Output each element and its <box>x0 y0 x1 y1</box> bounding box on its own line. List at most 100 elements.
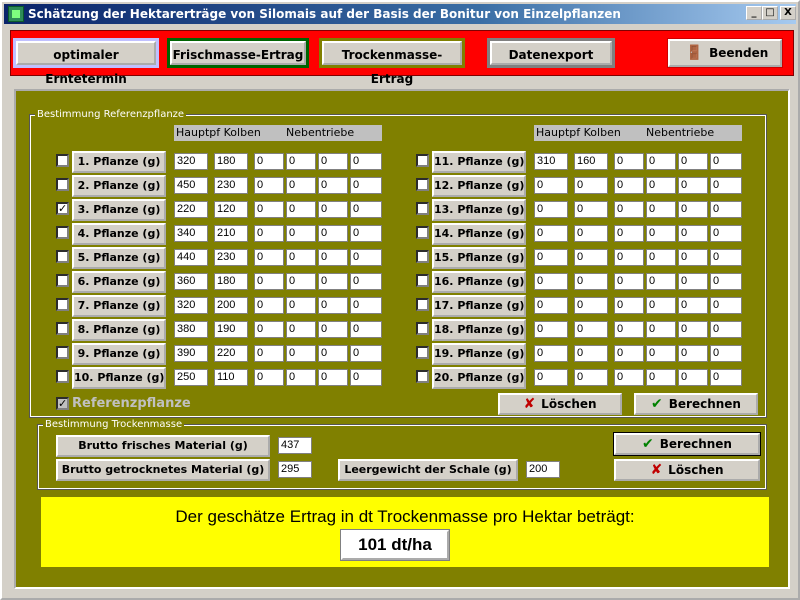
plant-19-value-6[interactable]: 0 <box>710 345 742 362</box>
plant-button-4[interactable]: 4. Pflanze (g) <box>72 223 166 245</box>
plant-2-value-4[interactable]: 0 <box>286 177 316 194</box>
plant-3-value-1[interactable]: 220 <box>174 201 208 218</box>
plant-8-value-6[interactable]: 0 <box>350 321 382 338</box>
plant-button-6[interactable]: 6. Pflanze (g) <box>72 271 166 293</box>
plant-1-value-6[interactable]: 0 <box>350 153 382 170</box>
plant-6-value-1[interactable]: 360 <box>174 273 208 290</box>
gross-dry-input[interactable]: 295 <box>278 461 312 478</box>
plant-10-value-5[interactable]: 0 <box>318 369 348 386</box>
plant-checkbox-17[interactable] <box>416 298 429 311</box>
plant-1-value-4[interactable]: 0 <box>286 153 316 170</box>
exit-button[interactable]: 🚪 Beenden <box>667 38 783 68</box>
plant-5-value-1[interactable]: 440 <box>174 249 208 266</box>
plant-button-8[interactable]: 8. Pflanze (g) <box>72 319 166 341</box>
plant-17-value-3[interactable]: 0 <box>614 297 644 314</box>
plant-button-20[interactable]: 20. Pflanze (g) <box>432 367 526 389</box>
plant-9-value-3[interactable]: 0 <box>254 345 284 362</box>
plant-checkbox-3[interactable]: ✓ <box>56 202 69 215</box>
plant-13-value-3[interactable]: 0 <box>614 201 644 218</box>
plant-button-13[interactable]: 13. Pflanze (g) <box>432 199 526 221</box>
plant-checkbox-11[interactable] <box>416 154 429 167</box>
title-bar[interactable]: Schätzung der Hektarerträge von Silomais… <box>4 4 796 24</box>
plant-2-value-2[interactable]: 230 <box>214 177 248 194</box>
plant-4-value-4[interactable]: 0 <box>286 225 316 242</box>
plant-16-value-6[interactable]: 0 <box>710 273 742 290</box>
plant-2-value-6[interactable]: 0 <box>350 177 382 194</box>
plant-13-value-4[interactable]: 0 <box>646 201 676 218</box>
plant-7-value-1[interactable]: 320 <box>174 297 208 314</box>
plant-5-value-3[interactable]: 0 <box>254 249 284 266</box>
plant-11-value-1[interactable]: 310 <box>534 153 568 170</box>
plant-5-value-2[interactable]: 230 <box>214 249 248 266</box>
plant-7-value-6[interactable]: 0 <box>350 297 382 314</box>
close-button[interactable]: X <box>780 6 796 20</box>
plant-5-value-4[interactable]: 0 <box>286 249 316 266</box>
plant-checkbox-9[interactable] <box>56 346 69 359</box>
plant-14-value-3[interactable]: 0 <box>614 225 644 242</box>
plant-9-value-4[interactable]: 0 <box>286 345 316 362</box>
plant-19-value-2[interactable]: 0 <box>574 345 608 362</box>
plant-20-value-1[interactable]: 0 <box>534 369 568 386</box>
plant-checkbox-2[interactable] <box>56 178 69 191</box>
plant-9-value-6[interactable]: 0 <box>350 345 382 362</box>
plant-button-10[interactable]: 10. Pflanze (g) <box>72 367 166 389</box>
plant-11-value-2[interactable]: 160 <box>574 153 608 170</box>
plant-19-value-3[interactable]: 0 <box>614 345 644 362</box>
plant-5-value-6[interactable]: 0 <box>350 249 382 266</box>
plant-button-17[interactable]: 17. Pflanze (g) <box>432 295 526 317</box>
plant-4-value-3[interactable]: 0 <box>254 225 284 242</box>
plant-16-value-1[interactable]: 0 <box>534 273 568 290</box>
plant-button-14[interactable]: 14. Pflanze (g) <box>432 223 526 245</box>
plant-13-value-1[interactable]: 0 <box>534 201 568 218</box>
plant-checkbox-13[interactable] <box>416 202 429 215</box>
plant-15-value-1[interactable]: 0 <box>534 249 568 266</box>
plant-8-value-4[interactable]: 0 <box>286 321 316 338</box>
plant-1-value-2[interactable]: 180 <box>214 153 248 170</box>
plant-3-value-6[interactable]: 0 <box>350 201 382 218</box>
plant-17-value-2[interactable]: 0 <box>574 297 608 314</box>
plant-3-value-2[interactable]: 120 <box>214 201 248 218</box>
plant-button-2[interactable]: 2. Pflanze (g) <box>72 175 166 197</box>
plant-checkbox-6[interactable] <box>56 274 69 287</box>
plant-checkbox-16[interactable] <box>416 274 429 287</box>
plant-button-19[interactable]: 19. Pflanze (g) <box>432 343 526 365</box>
plant-checkbox-19[interactable] <box>416 346 429 359</box>
plant-button-3[interactable]: 3. Pflanze (g) <box>72 199 166 221</box>
plant-3-value-3[interactable]: 0 <box>254 201 284 218</box>
plant-19-value-5[interactable]: 0 <box>678 345 708 362</box>
plant-13-value-2[interactable]: 0 <box>574 201 608 218</box>
plant-1-value-1[interactable]: 320 <box>174 153 208 170</box>
reference-calc-button[interactable]: ✔ Berechnen <box>634 393 758 415</box>
plant-16-value-5[interactable]: 0 <box>678 273 708 290</box>
plant-15-value-4[interactable]: 0 <box>646 249 676 266</box>
plant-20-value-5[interactable]: 0 <box>678 369 708 386</box>
plant-6-value-2[interactable]: 180 <box>214 273 248 290</box>
plant-20-value-6[interactable]: 0 <box>710 369 742 386</box>
plant-4-value-2[interactable]: 210 <box>214 225 248 242</box>
plant-button-9[interactable]: 9. Pflanze (g) <box>72 343 166 365</box>
plant-19-value-1[interactable]: 0 <box>534 345 568 362</box>
plant-checkbox-1[interactable] <box>56 154 69 167</box>
plant-8-value-3[interactable]: 0 <box>254 321 284 338</box>
plant-button-16[interactable]: 16. Pflanze (g) <box>432 271 526 293</box>
plant-20-value-3[interactable]: 0 <box>614 369 644 386</box>
plant-8-value-5[interactable]: 0 <box>318 321 348 338</box>
plant-14-value-5[interactable]: 0 <box>678 225 708 242</box>
plant-13-value-5[interactable]: 0 <box>678 201 708 218</box>
plant-18-value-6[interactable]: 0 <box>710 321 742 338</box>
plant-15-value-2[interactable]: 0 <box>574 249 608 266</box>
harvest-date-button[interactable]: optimaler Erntetermin <box>13 38 159 86</box>
plant-14-value-1[interactable]: 0 <box>534 225 568 242</box>
plant-button-12[interactable]: 12. Pflanze (g) <box>432 175 526 197</box>
data-export-button[interactable]: Datenexport <box>487 38 615 68</box>
plant-10-value-6[interactable]: 0 <box>350 369 382 386</box>
plant-3-value-4[interactable]: 0 <box>286 201 316 218</box>
plant-3-value-5[interactable]: 0 <box>318 201 348 218</box>
plant-18-value-3[interactable]: 0 <box>614 321 644 338</box>
plant-checkbox-8[interactable] <box>56 322 69 335</box>
plant-16-value-4[interactable]: 0 <box>646 273 676 290</box>
plant-checkbox-7[interactable] <box>56 298 69 311</box>
plant-6-value-4[interactable]: 0 <box>286 273 316 290</box>
plant-button-5[interactable]: 5. Pflanze (g) <box>72 247 166 269</box>
plant-12-value-1[interactable]: 0 <box>534 177 568 194</box>
